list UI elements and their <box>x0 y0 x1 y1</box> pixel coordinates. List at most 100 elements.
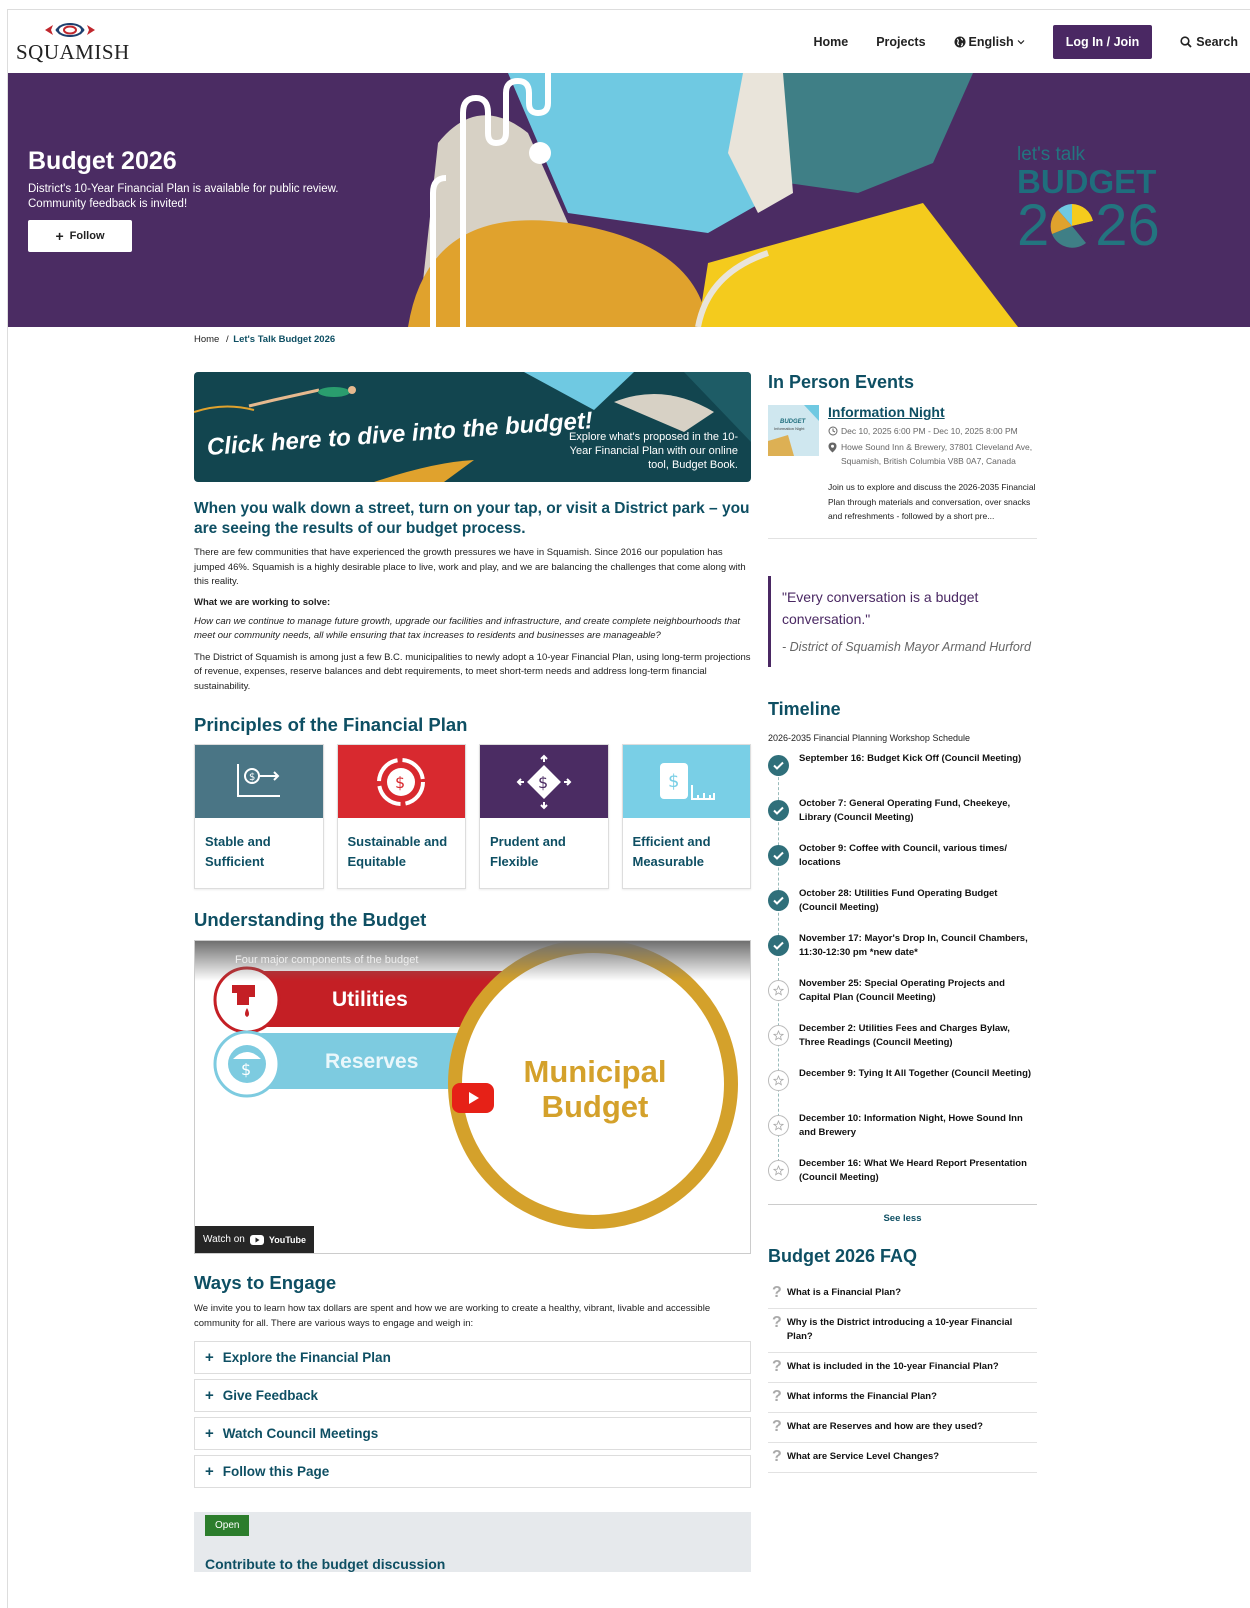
plus-icon: + <box>55 228 64 244</box>
timeline-item: October 7: General Operating Fund, Cheek… <box>768 797 1037 842</box>
sidebar: In Person Events BUDGET Information Nigh… <box>768 372 1037 1473</box>
faq-item[interactable]: ? What informs the Financial Plan? <box>768 1383 1037 1413</box>
check-icon <box>768 799 789 821</box>
event-title[interactable]: Information Night <box>828 404 1037 420</box>
breadcrumb: Home / Let's Talk Budget 2026 <box>194 334 335 345</box>
budget-video[interactable]: $ Four major components of the budget Ut… <box>194 940 751 1254</box>
star-icon <box>768 979 789 1001</box>
event-thumbnail[interactable]: BUDGET Information Night <box>768 405 819 456</box>
check-icon <box>768 844 789 866</box>
solve-label: What we are working to solve: <box>194 596 331 608</box>
budget-label: Budget <box>541 1089 649 1124</box>
accordion-follow-page[interactable]: + Follow this Page <box>194 1455 751 1488</box>
accordion-label: Give Feedback <box>222 1388 319 1403</box>
clock-icon <box>828 426 838 436</box>
search-button[interactable]: Search <box>1180 35 1238 49</box>
squamish-logo[interactable]: SQUAMISH <box>16 22 129 66</box>
timeline-heading: Timeline <box>768 698 841 719</box>
question-mark-icon: ? <box>772 1417 782 1435</box>
breadcrumb-current: Let's Talk Budget 2026 <box>233 334 336 345</box>
accordion-label: Explore the Financial Plan <box>222 1350 391 1365</box>
hero-banner: Budget 2026 District's 10-Year Financial… <box>8 73 1250 327</box>
chart-dollar-icon: $ <box>236 763 280 797</box>
principle-icon-area: $ <box>480 745 608 818</box>
question-mark-icon: ? <box>772 1447 782 1465</box>
logo-text: SQUAMISH <box>16 40 130 64</box>
lets-talk-budget-logo: let's talk BUDGET 2 26 <box>1017 145 1177 258</box>
quote-author: - District of Squamish Mayor Armand Hurf… <box>782 639 1031 654</box>
hero-subtitle: District's 10-Year Financial Plan is ava… <box>28 182 388 212</box>
globe-icon <box>954 36 966 48</box>
play-button[interactable] <box>452 1083 494 1113</box>
status-badge: Open <box>205 1515 250 1536</box>
faq-question: What are Reserves and how are they used? <box>787 1420 983 1432</box>
watch-on-youtube[interactable]: Watch on YouTube <box>195 1226 315 1253</box>
contribute-panel: Open Contribute to the budget discussion <box>194 1512 751 1572</box>
timeline-item: December 16: What We Heard Report Presen… <box>768 1157 1037 1202</box>
event-date: Dec 10, 2025 6:00 PM - Dec 10, 2025 8:00… <box>828 424 1037 438</box>
faq-list: ? What is a Financial Plan? ? Why is the D… <box>768 1279 1037 1473</box>
engage-heading: Ways to Engage <box>194 1272 337 1293</box>
nav-home[interactable]: Home <box>813 35 848 49</box>
pie-chart-icon <box>1050 203 1094 248</box>
breadcrumb-home[interactable]: Home <box>194 334 219 345</box>
intro-heading: When you walk down a street, turn on you… <box>194 500 750 537</box>
engage-accordion: + Explore the Financial Plan + Give Feedba… <box>194 1341 751 1488</box>
faq-item[interactable]: ? What is a Financial Plan? <box>768 1279 1037 1309</box>
intro-paragraph-1: There are few communities that have expe… <box>194 547 746 587</box>
search-label: Search <box>1196 35 1238 49</box>
contribute-title[interactable]: Contribute to the budget discussion <box>205 1556 445 1572</box>
timeline-item: October 28: Utilities Fund Operating Bud… <box>768 887 1037 932</box>
main-content: Click here to dive into the budget! Expl… <box>194 372 751 1572</box>
timeline-item-text: November 17: Mayor's Drop In, Council Ch… <box>799 932 1028 959</box>
intro-paragraph-2: The District of Squamish is among just a… <box>194 651 751 692</box>
hero-title: Budget 2026 <box>28 147 177 175</box>
accordion-explore-plan[interactable]: + Explore the Financial Plan <box>194 1341 751 1374</box>
star-icon <box>768 1024 789 1046</box>
dollar-cycle-icon: $ <box>377 757 426 806</box>
plus-icon: + <box>205 1349 214 1366</box>
timeline-item: December 10: Information Night, Howe Sou… <box>768 1112 1037 1157</box>
principle-card-efficient: $ Efficient and Measurable <box>621 744 751 889</box>
question-mark-icon: ? <box>772 1313 782 1331</box>
faq-item[interactable]: ? What is included in the 10-year Financi… <box>768 1353 1037 1383</box>
logo-year-part1: 2 <box>1017 193 1050 258</box>
event-location: Howe Sound Inn & Brewery, 37801 Clevelan… <box>828 440 1037 468</box>
faq-question: What are Service Level Changes? <box>787 1450 940 1462</box>
timeline-item: September 16: Budget Kick Off (Council M… <box>768 752 1037 797</box>
utilities-label: Utilities <box>332 988 408 1011</box>
timeline-item-text: December 16: What We Heard Report Presen… <box>799 1157 1027 1184</box>
question-mark-icon: ? <box>772 1357 782 1375</box>
timeline-item-text: October 28: Utilities Fund Operating Bud… <box>799 887 998 914</box>
login-button[interactable]: Log In / Join <box>1052 25 1153 59</box>
accordion-watch-meetings[interactable]: + Watch Council Meetings <box>194 1417 751 1450</box>
faq-question: What is a Financial Plan? <box>787 1286 902 1298</box>
nav-projects[interactable]: Projects <box>876 35 925 49</box>
event-card: BUDGET Information Night Information Nig… <box>768 404 1037 539</box>
reserves-label: Reserves <box>325 1050 419 1073</box>
principle-card-prudent: $ Prudent and Flexible <box>479 744 609 889</box>
timeline-item-text: October 7: General Operating Fund, Cheek… <box>799 797 1011 824</box>
video-title[interactable]: Four major components of the budget <box>235 954 418 966</box>
faq-question: Why is the District introducing a 10-yea… <box>786 1316 1013 1342</box>
timeline-item: December 2: Utilities Fees and Charges B… <box>768 1022 1037 1067</box>
plus-icon: + <box>205 1425 214 1442</box>
faq-item[interactable]: ? What are Reserves and how are they used… <box>768 1413 1037 1443</box>
follow-button[interactable]: + Follow <box>28 220 132 252</box>
page: SQUAMISH Home Projects English Log In / … <box>7 9 1250 1608</box>
faq-question: What informs the Financial Plan? <box>787 1390 937 1402</box>
principle-icon-area: $ <box>622 745 750 818</box>
mayor-quote: "Every conversation is a budget conversa… <box>768 575 1037 667</box>
site-header: SQUAMISH Home Projects English Log In / … <box>8 10 1250 74</box>
language-selector[interactable]: English <box>954 35 1025 49</box>
see-less-button[interactable]: See less <box>768 1203 1037 1224</box>
follow-label: Follow <box>69 230 105 242</box>
principles-grid: $ Stable and Sufficient $ Sustainable an… <box>194 744 751 889</box>
principle-label: Efficient and Measurable <box>632 834 711 869</box>
faq-item[interactable]: ? Why is the District introducing a 10-ye… <box>768 1309 1037 1353</box>
budget-book-banner[interactable]: Click here to dive into the budget! Expl… <box>194 372 751 482</box>
accordion-give-feedback[interactable]: + Give Feedback <box>194 1379 751 1412</box>
faq-item[interactable]: ? What are Service Level Changes? <box>768 1443 1037 1473</box>
youtube-label: YouTube <box>268 1234 307 1245</box>
star-icon <box>768 1069 789 1091</box>
